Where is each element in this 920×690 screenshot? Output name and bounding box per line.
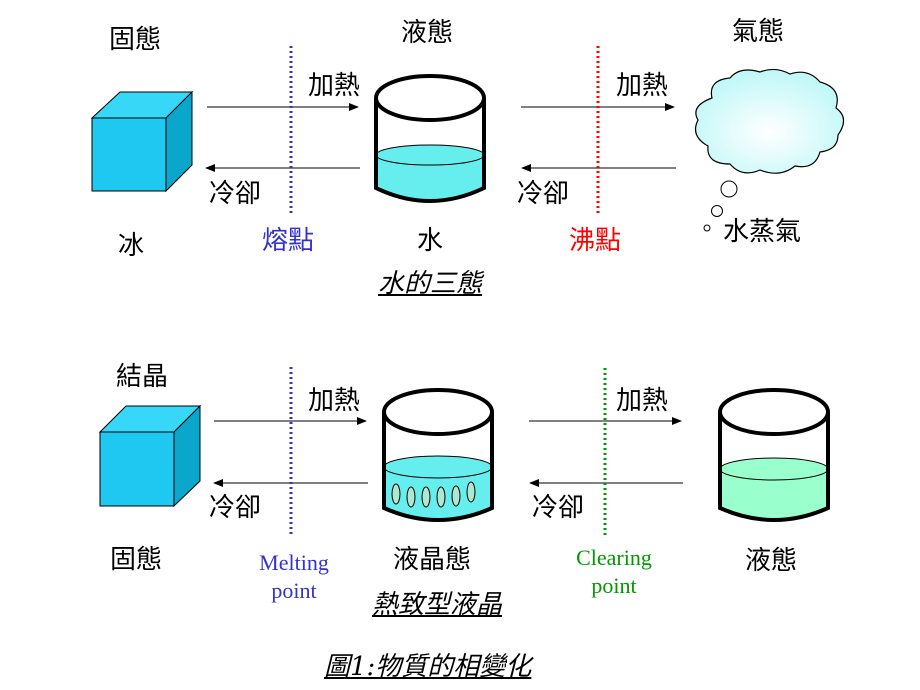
melting-point-line1: Melting — [259, 550, 329, 575]
water-section-caption: 水的三態 — [378, 269, 483, 299]
liquid-state-label: 液態 — [401, 18, 454, 48]
boiling-point-label: 沸點 — [569, 226, 622, 256]
cool-label-4: 冷卻 — [532, 493, 585, 523]
clearing-point-line1: Clearing — [576, 545, 652, 570]
vapor-cloud-icon — [695, 68, 845, 232]
melting-point-en-label: Melting point — [248, 549, 340, 604]
lc-state-label: 液晶態 — [393, 545, 472, 575]
heat-label-3: 加熱 — [308, 386, 361, 416]
cool-label-2: 冷卻 — [517, 179, 570, 209]
ice-label: 冰 — [118, 231, 145, 261]
vapor-label: 水蒸氣 — [723, 217, 802, 247]
figure-caption: 圖1:物質的相變化 — [324, 652, 532, 682]
solid-state-label: 固態 — [109, 25, 162, 55]
cool-label-1: 冷卻 — [209, 179, 262, 209]
crystal-label: 結晶 — [116, 362, 169, 392]
melting-point-line2: point — [271, 577, 317, 603]
melting-point-label: 熔點 — [262, 226, 315, 256]
cool-label-3: 冷卻 — [209, 493, 262, 523]
lc-section-caption: 熱致型液晶 — [372, 590, 503, 620]
water-beaker-icon — [374, 74, 486, 203]
crystal-cube-icon — [98, 404, 202, 508]
heat-label-2: 加熱 — [616, 71, 669, 101]
heat-label-1: 加熱 — [308, 71, 361, 101]
heat-label-4: 加熱 — [616, 386, 669, 416]
ice-cube-icon — [90, 90, 194, 193]
liquid-beaker-icon — [718, 388, 830, 522]
lc-solid-state-label: 固態 — [110, 545, 163, 575]
gas-state-label: 氣態 — [732, 17, 785, 47]
lc-liquid-state-label: 液態 — [745, 546, 798, 576]
water-label: 水 — [417, 226, 444, 256]
liquid-crystal-beaker-icon — [382, 388, 494, 522]
clearing-point-line2: point — [591, 572, 637, 598]
clearing-point-en-label: Clearing point — [560, 544, 668, 599]
phase-diagram-art — [90, 46, 845, 536]
